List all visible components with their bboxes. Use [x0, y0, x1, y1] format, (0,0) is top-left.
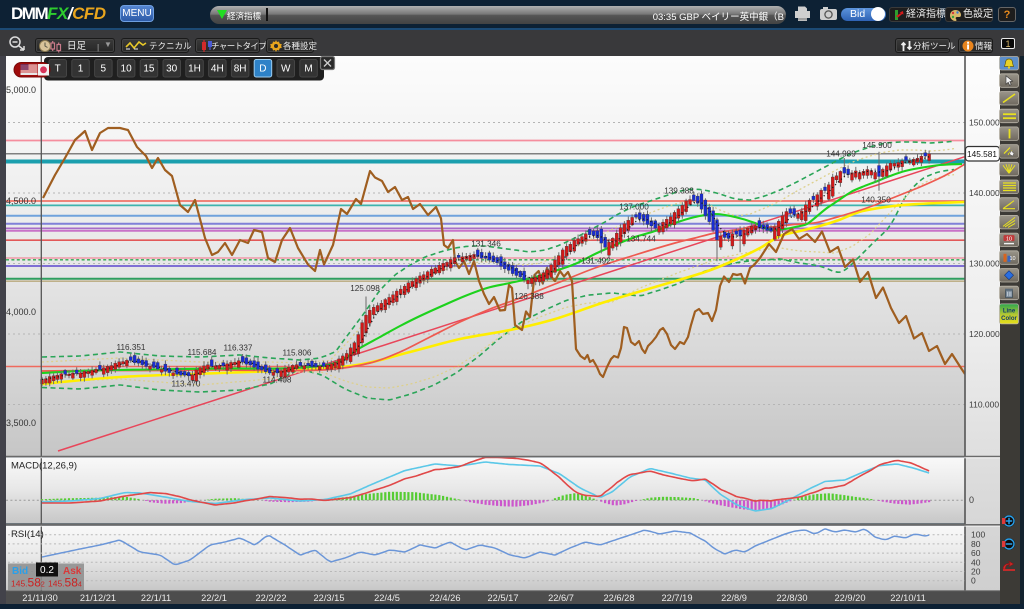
- svg-text:M: M: [304, 64, 312, 75]
- svg-text:5,000.0: 5,000.0: [6, 85, 36, 95]
- svg-text:0: 0: [969, 495, 974, 505]
- svg-text:110.000: 110.000: [969, 400, 999, 410]
- svg-text:1H: 1H: [188, 64, 201, 75]
- svg-text:Line: Line: [1003, 308, 1016, 314]
- svg-text:115.806: 115.806: [283, 349, 312, 358]
- svg-text:D: D: [259, 64, 266, 75]
- svg-text:22/7/19: 22/7/19: [661, 593, 692, 603]
- svg-text:10: 10: [1006, 236, 1012, 242]
- svg-text:120.000: 120.000: [969, 329, 1000, 339]
- svg-text:150.000: 150.000: [969, 118, 1000, 128]
- svg-text:140.350: 140.350: [861, 196, 891, 205]
- svg-text:30: 30: [166, 64, 178, 75]
- svg-text:22/6/28: 22/6/28: [603, 593, 634, 603]
- svg-text:145.581: 145.581: [967, 149, 997, 159]
- svg-text:Color: Color: [1001, 316, 1017, 322]
- svg-text:4,500.0: 4,500.0: [6, 196, 36, 206]
- svg-text:140.000: 140.000: [969, 188, 1000, 198]
- svg-text:22/6/7: 22/6/7: [548, 593, 574, 603]
- svg-text:116.337: 116.337: [224, 344, 253, 353]
- svg-text:114.408: 114.408: [263, 376, 292, 385]
- svg-text:22/8/9: 22/8/9: [721, 593, 747, 603]
- svg-text:130.000: 130.000: [969, 259, 1000, 269]
- svg-text:T: T: [55, 64, 61, 75]
- svg-text:10: 10: [1009, 256, 1015, 262]
- svg-text:MACD(12,26,9): MACD(12,26,9): [11, 461, 77, 472]
- svg-text:125.098: 125.098: [350, 284, 380, 293]
- svg-text:131.492: 131.492: [581, 257, 611, 266]
- svg-text:10: 10: [121, 64, 133, 75]
- svg-text:Bid: Bid: [12, 566, 28, 577]
- svg-text:145.900: 145.900: [862, 141, 892, 150]
- svg-text:8H: 8H: [234, 64, 247, 75]
- svg-text:15: 15: [143, 64, 155, 75]
- svg-text:0: 0: [971, 576, 976, 586]
- svg-text:22/10/11: 22/10/11: [890, 593, 926, 603]
- svg-text:145.584: 145.584: [48, 576, 82, 590]
- svg-text:3,500.0: 3,500.0: [6, 418, 36, 428]
- svg-text:22/4/5: 22/4/5: [374, 593, 400, 603]
- svg-text:22/3/15: 22/3/15: [313, 593, 344, 603]
- svg-text:22/8/30: 22/8/30: [776, 593, 807, 603]
- svg-text:5: 5: [101, 64, 107, 75]
- svg-text:22/9/20: 22/9/20: [834, 593, 865, 603]
- svg-text:145.582: 145.582: [11, 576, 45, 590]
- svg-text:21/12/21: 21/12/21: [80, 593, 116, 603]
- svg-text:113.470: 113.470: [172, 380, 201, 389]
- svg-text:4H: 4H: [211, 64, 224, 75]
- svg-text:22/4/26: 22/4/26: [429, 593, 460, 603]
- svg-text:RSI(14): RSI(14): [11, 529, 44, 540]
- svg-text:0.2: 0.2: [40, 565, 54, 576]
- svg-text:22/5/17: 22/5/17: [487, 593, 518, 603]
- svg-text:139.388: 139.388: [664, 187, 694, 196]
- svg-text:4,000.0: 4,000.0: [6, 307, 36, 317]
- svg-text:137.000: 137.000: [619, 203, 649, 212]
- svg-text:131.346: 131.346: [471, 240, 501, 249]
- svg-text:22/1/11: 22/1/11: [141, 593, 171, 603]
- svg-text:21/11/30: 21/11/30: [22, 593, 58, 603]
- svg-text:134.744: 134.744: [626, 235, 656, 244]
- svg-text:126.388: 126.388: [514, 292, 544, 301]
- svg-text:144.989: 144.989: [826, 150, 856, 159]
- svg-text:115.684: 115.684: [188, 348, 217, 357]
- svg-text:116.351: 116.351: [117, 343, 146, 352]
- svg-text:22/2/22: 22/2/22: [255, 593, 286, 603]
- svg-text:W: W: [281, 64, 291, 75]
- svg-text:22/2/1: 22/2/1: [201, 593, 227, 603]
- svg-text:1: 1: [78, 64, 84, 75]
